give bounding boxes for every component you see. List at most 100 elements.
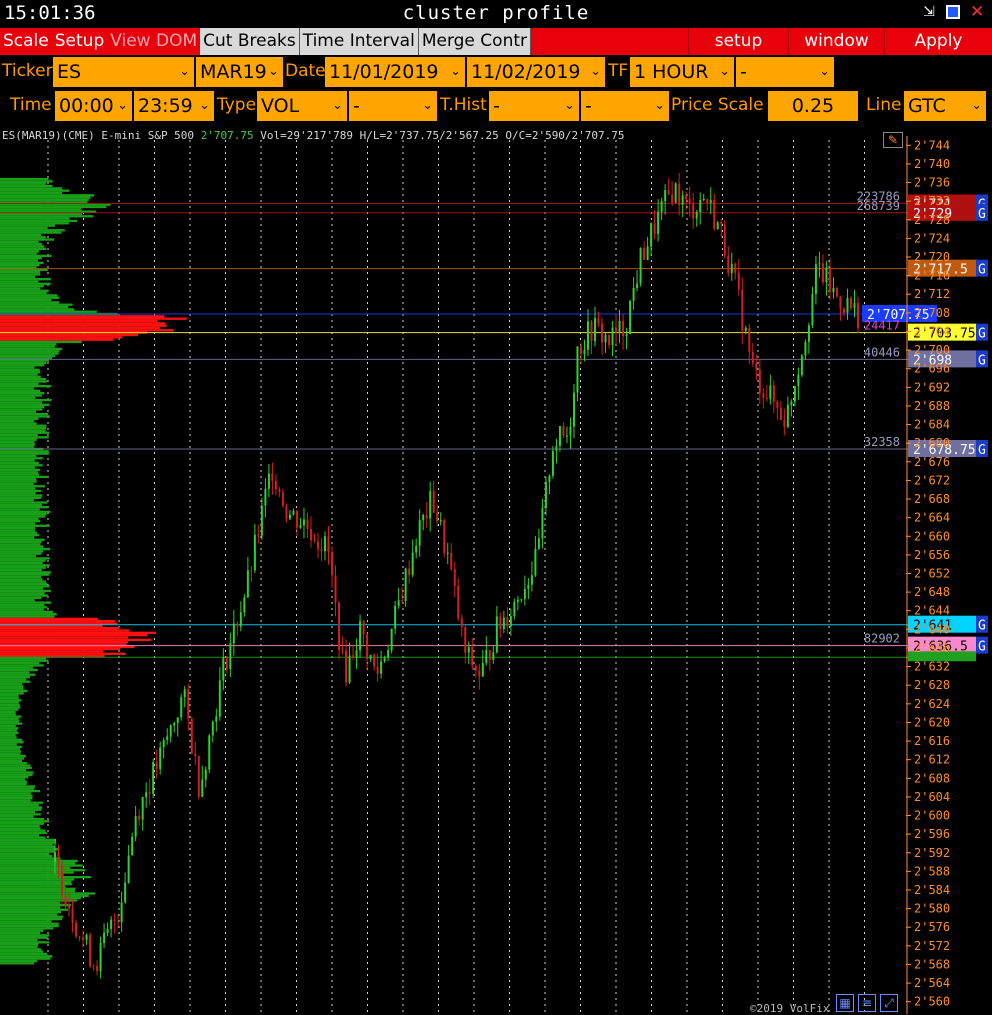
bars-icon[interactable]: ≡ <box>858 994 876 1012</box>
y-tick-label: 2'664 <box>914 511 950 525</box>
candle-body <box>82 937 85 941</box>
thist-select[interactable]: - ⌄ <box>489 91 579 121</box>
candle-body <box>618 320 621 333</box>
date-from-select[interactable]: 11/01/2019 ⌄ <box>325 57 465 87</box>
volume-profile-bar <box>0 650 104 653</box>
candle-body <box>509 616 512 627</box>
window-button[interactable]: window <box>788 28 884 55</box>
volume-profile-bar <box>0 573 50 576</box>
contract-value: MAR19 <box>200 61 267 83</box>
volume-profile-bar <box>0 880 72 884</box>
candle-body <box>790 401 793 405</box>
thist-extra-select[interactable]: - ⌄ <box>581 91 669 121</box>
volume-profile-bar <box>0 866 71 870</box>
volume-profile-bar <box>0 263 40 267</box>
volume-profile-bar <box>0 955 53 958</box>
candle-body <box>320 549 323 552</box>
menu-scale[interactable]: Scale <box>0 28 52 55</box>
candle-body <box>148 792 151 794</box>
volume-profile-bar <box>0 910 62 914</box>
candle-body <box>155 762 158 770</box>
menu-setup[interactable]: Setup <box>52 28 107 55</box>
window-title: cluster profile <box>402 2 590 24</box>
price-chart[interactable]: 2237862'731G2687392'729G2'717.5G2'707.75… <box>0 126 992 1015</box>
tf-label: TF <box>608 61 629 81</box>
candle-body <box>737 272 740 290</box>
grid-icon[interactable]: ▦ <box>836 994 854 1012</box>
candle-body <box>243 597 246 613</box>
volume-profile-bar <box>0 517 39 520</box>
candle-body <box>692 203 695 219</box>
candle-body <box>741 289 744 331</box>
close-icon[interactable]: ✕ <box>970 4 984 21</box>
candle-body <box>709 200 712 203</box>
volume-profile-bar <box>0 722 23 725</box>
candle-body <box>176 717 179 723</box>
time-to-select[interactable]: 23:59 ⌄ <box>134 91 214 121</box>
candle-body <box>513 601 516 617</box>
volume-profile-bar <box>0 820 50 823</box>
tf-extra-select[interactable]: - ⌄ <box>736 57 834 87</box>
volume-profile-bar <box>0 443 36 446</box>
menu-view-dom[interactable]: View DOM <box>107 28 200 55</box>
y-tick-label: 2'588 <box>914 864 950 878</box>
ticker-select[interactable]: ES ⌄ <box>53 57 194 87</box>
volume-profile-bar <box>0 906 61 909</box>
candle-body <box>166 736 169 740</box>
time-from-select[interactable]: 00:00 ⌄ <box>55 91 132 121</box>
candle-body <box>124 882 127 903</box>
candle-body <box>664 190 667 202</box>
volume-profile-bar <box>0 459 35 462</box>
candle-body <box>285 505 288 519</box>
volume-profile-bar <box>0 652 126 655</box>
candle-body <box>839 296 842 309</box>
line-select[interactable]: GTC ⌄ <box>904 91 986 121</box>
apply-button[interactable]: Apply <box>884 28 992 55</box>
level-volume-label: 40446 <box>864 345 900 359</box>
candle-body <box>849 297 852 308</box>
volume-profile-bar <box>0 745 22 749</box>
volume-profile-bar <box>0 475 48 479</box>
contract-select[interactable]: MAR19 ⌄ <box>196 57 283 87</box>
candle-body <box>804 341 807 356</box>
volume-profile-bar <box>0 182 46 185</box>
candle-body <box>225 657 228 670</box>
volume-profile-bar <box>0 596 42 600</box>
candle-body <box>551 450 554 476</box>
candle-body <box>295 510 298 528</box>
candle-body <box>415 545 418 553</box>
minimize-icon[interactable]: ⇲ <box>922 5 936 19</box>
price-scale-input[interactable]: 0.25 <box>768 91 858 121</box>
menu-cut-breaks[interactable]: Cut Breaks <box>200 28 300 55</box>
draw-tool-icon[interactable]: ✎ <box>883 132 903 148</box>
candle-body <box>141 797 144 820</box>
type-extra-select[interactable]: - ⌄ <box>349 91 437 121</box>
expand-icon[interactable]: ⤢ <box>880 994 898 1012</box>
chart-area[interactable]: 2237862'731G2687392'729G2'717.5G2'707.75… <box>0 126 992 1015</box>
thist-value: - <box>493 95 500 117</box>
volume-profile-bar <box>0 610 53 614</box>
type-label: Type <box>217 95 257 115</box>
candle-body <box>253 534 256 571</box>
volume-profile-bar <box>0 524 50 527</box>
y-tick-label: 2'620 <box>914 715 950 729</box>
menu-merge-contr[interactable]: Merge Contr <box>418 28 531 55</box>
candle-body <box>755 363 758 370</box>
maximize-icon[interactable] <box>946 5 960 19</box>
type-select[interactable]: VOL ⌄ <box>257 91 347 121</box>
volume-profile-bar <box>0 638 152 641</box>
candle-body <box>215 716 218 722</box>
volume-profile-bar <box>0 924 59 928</box>
setup-button[interactable]: setup <box>688 28 788 55</box>
date-to-select[interactable]: 11/02/2019 ⌄ <box>467 57 605 87</box>
volume-profile-bar <box>0 273 41 276</box>
volume-profile-bar <box>0 887 76 890</box>
candle-body <box>92 965 95 967</box>
candle-body <box>727 255 730 274</box>
volume-profile-bar <box>0 571 51 574</box>
y-tick-label: 2'704 <box>914 324 950 338</box>
tf-select[interactable]: 1 HOUR ⌄ <box>630 57 734 87</box>
time-label: Time <box>10 95 52 115</box>
candle-body <box>611 327 614 345</box>
menu-time-interval[interactable]: Time Interval <box>299 28 419 55</box>
